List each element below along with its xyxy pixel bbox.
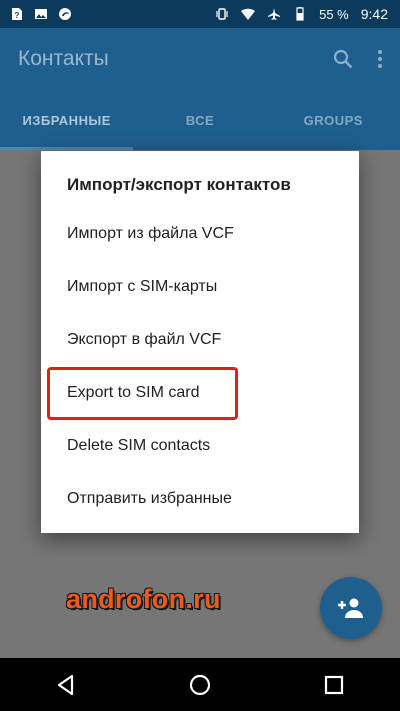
tab-favorites[interactable]: ИЗБРАННЫЕ [0, 113, 133, 128]
dialog-title: Импорт/экспорт контактов [67, 175, 291, 194]
menu-item-label: Экспорт в файл VCF [67, 330, 222, 348]
tab-bar: ИЗБРАННЫЕ ВСЕ GROUPS [0, 90, 400, 150]
clock: 9:42 [360, 6, 388, 22]
menu-item-import-sim[interactable]: Импорт с SIM-карты [41, 260, 359, 313]
highlight-box [47, 367, 238, 420]
back-icon[interactable] [56, 674, 76, 696]
add-contact-button[interactable] [320, 577, 382, 639]
recents-icon[interactable] [324, 675, 344, 695]
menu-item-label: Delete SIM contacts [67, 436, 211, 454]
navigation-bar [0, 658, 400, 711]
menu-item-share-favorites[interactable]: Отправить избранные [41, 472, 359, 525]
page-title: Контакты [18, 47, 109, 70]
wifi-icon [241, 8, 256, 20]
add-person-icon [338, 598, 363, 618]
image-icon [35, 9, 47, 19]
menu-item-delete-sim[interactable]: Delete SIM contacts [41, 419, 359, 472]
airplane-icon [268, 8, 281, 20]
battery-percentage: 55 % [319, 6, 349, 22]
menu-item-label: Отправить избранные [67, 489, 232, 507]
menu-item-import-vcf[interactable]: Импорт из файла VCF [41, 207, 359, 260]
battery-icon [296, 7, 304, 21]
tab-all[interactable]: ВСЕ [133, 113, 266, 128]
vibrate-icon [216, 8, 228, 20]
edge-icon [59, 8, 71, 20]
app-bar: Контакты [0, 28, 400, 90]
home-icon[interactable] [189, 674, 211, 696]
menu-item-label: Импорт с SIM-карты [67, 277, 218, 295]
status-bar: ? 55 % 9:42 [0, 0, 400, 28]
tab-groups[interactable]: GROUPS [267, 113, 400, 128]
menu-item-export-vcf[interactable]: Экспорт в файл VCF [41, 313, 359, 366]
more-vert-icon[interactable] [376, 48, 384, 70]
menu-item-label: Импорт из файла VCF [67, 224, 234, 242]
watermark: androfon.ru [66, 584, 221, 614]
import-export-dialog: Импорт/экспорт контактов Импорт из файла… [41, 151, 359, 533]
search-icon[interactable] [332, 48, 354, 70]
svg-text:?: ? [15, 11, 20, 20]
sim-question-icon: ? [12, 8, 22, 20]
